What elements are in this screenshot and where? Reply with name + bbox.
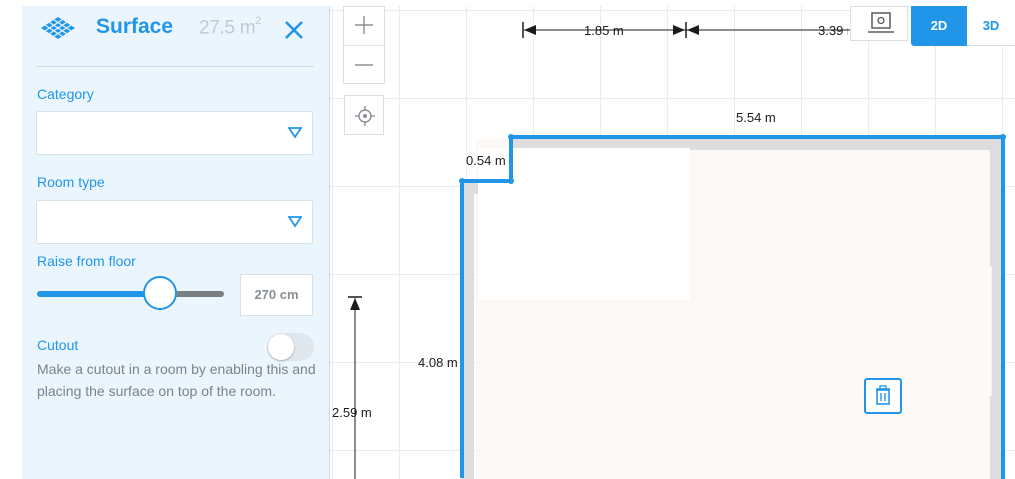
trash-icon	[876, 385, 890, 405]
panel-title: Surface	[96, 15, 174, 38]
dimension-top-left: 1.85 m	[584, 23, 624, 38]
zoom-controls	[343, 6, 385, 84]
surface-area: 27.5 m2	[199, 15, 262, 39]
dimension-room-top: 5.54 m	[736, 110, 776, 125]
zoom-out-icon	[355, 64, 373, 66]
locate-button[interactable]	[344, 95, 384, 135]
surface-properties-panel: Surface 27.5 m2 Category Room type Raise…	[22, 6, 330, 479]
category-select[interactable]	[36, 111, 313, 155]
view-settings-button[interactable]	[850, 6, 908, 41]
dimension-top-right: 3.39 m	[818, 23, 848, 38]
floor-plan-canvas[interactable]	[330, 6, 1015, 479]
view-3d-button[interactable]: 3D	[967, 6, 1015, 46]
raise-from-floor-input[interactable]: 270 cm	[240, 274, 313, 316]
room-type-select[interactable]	[36, 200, 313, 244]
locate-icon	[355, 106, 375, 126]
close-icon[interactable]	[284, 20, 304, 40]
zoom-in-button[interactable]	[344, 7, 384, 45]
room-type-label: Room type	[37, 174, 105, 190]
cutout-toggle[interactable]	[267, 333, 314, 361]
panel-header: Surface 27.5 m2	[22, 6, 330, 56]
chevron-down-icon	[288, 127, 302, 139]
zoom-out-button[interactable]	[344, 46, 384, 84]
dimension-notch: 0.54 m	[466, 153, 506, 168]
raise-from-floor-label: Raise from floor	[37, 253, 136, 269]
raise-slider-thumb[interactable]	[143, 276, 177, 310]
cutout-description: Make a cutout in a room by enabling this…	[37, 361, 316, 399]
view-settings-icon	[868, 12, 894, 33]
view-2d-button[interactable]: 2D	[911, 6, 967, 46]
delete-surface-button[interactable]	[864, 378, 902, 414]
cutout-label: Cutout	[37, 337, 79, 353]
dimension-left-measure: 2.59 m	[332, 405, 372, 420]
cutout-toggle-knob	[268, 334, 294, 360]
floor-plan-drawing	[348, 22, 1006, 479]
surface-grid-icon	[41, 17, 75, 39]
chevron-down-icon	[288, 216, 302, 228]
surface-area-value: 27.5 m	[199, 17, 256, 39]
dimension-left-wall: 4.08 m	[418, 355, 458, 370]
surface-area-unit: 2	[255, 15, 262, 27]
header-divider	[36, 66, 314, 67]
zoom-in-icon	[355, 16, 373, 34]
category-label: Category	[37, 86, 94, 102]
